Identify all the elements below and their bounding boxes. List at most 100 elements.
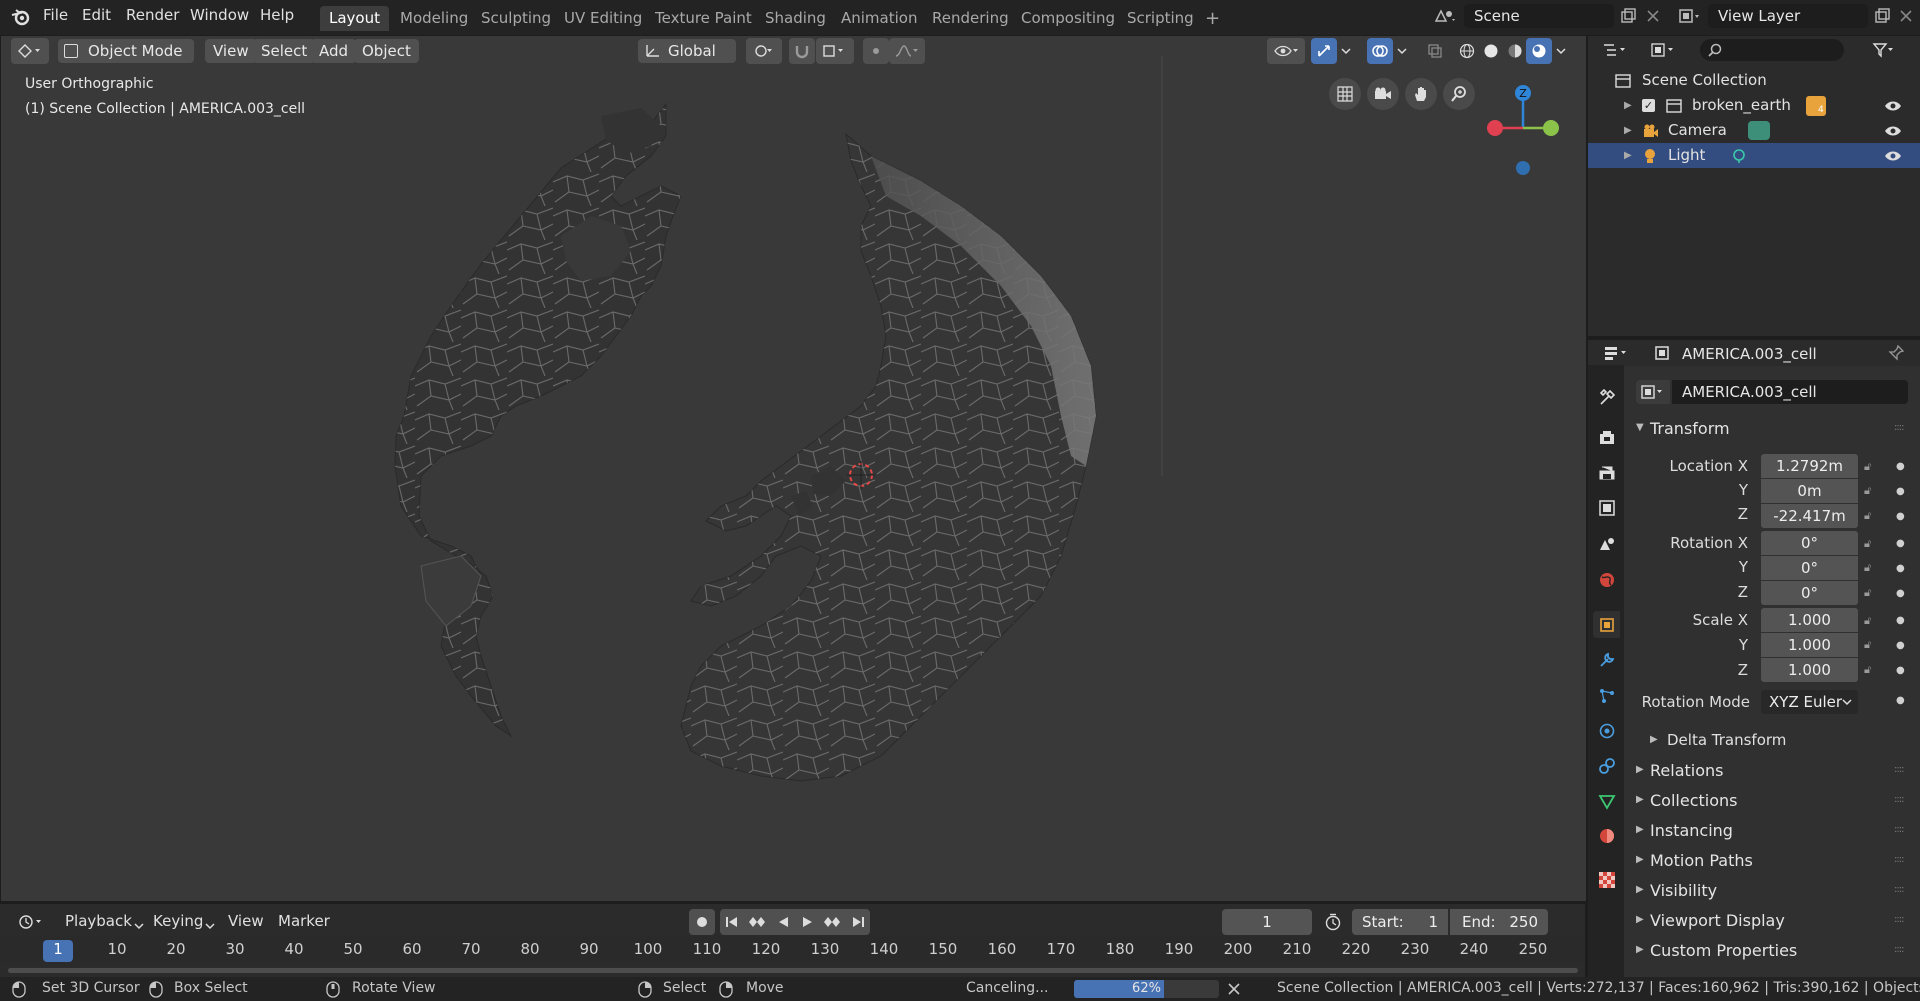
rotation-z-field[interactable]: 0° bbox=[1761, 581, 1858, 605]
keying-menu[interactable]: Keying bbox=[153, 912, 203, 930]
scale-z-field[interactable]: 1.000 bbox=[1761, 658, 1858, 682]
xray-toggle-icon[interactable] bbox=[1422, 38, 1448, 64]
play-icon[interactable] bbox=[800, 915, 814, 929]
physics-tab-icon[interactable] bbox=[1593, 717, 1620, 744]
section-expand-icon[interactable]: ▶ bbox=[1636, 794, 1644, 805]
outliner-filter-icon[interactable] bbox=[1867, 38, 1901, 62]
rotation-mode-dropdown[interactable]: XYZ Euler bbox=[1761, 690, 1858, 714]
menu-window[interactable]: Window bbox=[190, 6, 249, 24]
panel-visibility[interactable]: Visibility bbox=[1650, 881, 1717, 900]
rendered-shading-icon[interactable] bbox=[1526, 38, 1552, 64]
view-layer-browse-icon[interactable] bbox=[1672, 4, 1706, 28]
section-expand-icon[interactable]: ▶ bbox=[1636, 914, 1644, 925]
keyframe-dot-icon[interactable]: ● bbox=[1896, 665, 1905, 676]
3d-viewport[interactable]: Object Mode View Select Add Object Globa… bbox=[1, 36, 1586, 901]
broken-earth-render[interactable] bbox=[1, 36, 1586, 901]
new-view-layer-icon[interactable] bbox=[1870, 4, 1894, 28]
current-frame-field[interactable]: 1 bbox=[1222, 909, 1312, 935]
rotation-x-field[interactable]: 0° bbox=[1761, 531, 1858, 555]
section-expand-icon[interactable]: ▶ bbox=[1636, 824, 1644, 835]
pivot-point-icon[interactable] bbox=[746, 38, 782, 64]
drag-grip-icon[interactable]: :::: bbox=[1894, 422, 1905, 433]
jump-start-icon[interactable] bbox=[725, 915, 739, 929]
scale-x-field[interactable]: 1.000 bbox=[1761, 608, 1858, 632]
outliner-search-input[interactable] bbox=[1700, 39, 1844, 61]
gizmo-toggle-icon[interactable] bbox=[1311, 38, 1337, 64]
scene-browse-icon[interactable] bbox=[1428, 4, 1462, 28]
panel-motion-paths[interactable]: Motion Paths bbox=[1650, 851, 1753, 870]
tab-modeling[interactable]: Modeling bbox=[391, 6, 477, 31]
pin-icon[interactable] bbox=[1888, 345, 1904, 361]
use-preview-range-icon[interactable] bbox=[1320, 909, 1346, 935]
tab-texture-paint[interactable]: Texture Paint bbox=[646, 6, 761, 31]
outliner-item-broken-earth[interactable]: ▶ ✓ broken_earth 4 bbox=[1588, 93, 1920, 118]
object-data-tab-icon[interactable] bbox=[1593, 787, 1620, 814]
lock-location-y-icon[interactable]: 🔓︎ bbox=[1864, 484, 1878, 498]
scene-name-field[interactable]: Scene bbox=[1464, 4, 1614, 28]
panel-instancing[interactable]: Instancing bbox=[1650, 821, 1733, 840]
keyframe-dot-icon[interactable]: ● bbox=[1896, 461, 1905, 472]
view-layer-tab-icon[interactable] bbox=[1593, 494, 1620, 521]
scene-collection-row[interactable]: Scene Collection bbox=[1588, 68, 1920, 93]
tab-scripting[interactable]: Scripting bbox=[1118, 6, 1203, 31]
render-tab-icon[interactable] bbox=[1593, 424, 1620, 451]
menu-edit[interactable]: Edit bbox=[82, 6, 111, 24]
lock-rotation-y-icon[interactable]: 🔓︎ bbox=[1864, 561, 1878, 575]
snap-target-icon[interactable] bbox=[816, 38, 854, 64]
texture-tab-icon[interactable] bbox=[1593, 866, 1620, 893]
panel-viewport-display[interactable]: Viewport Display bbox=[1650, 911, 1785, 930]
particles-tab-icon[interactable] bbox=[1593, 682, 1620, 709]
section-expand-icon[interactable]: ▶ bbox=[1636, 884, 1644, 895]
delete-view-layer-icon[interactable] bbox=[1894, 4, 1918, 28]
timeline-editor-type-icon[interactable] bbox=[12, 909, 50, 935]
material-preview-shading-icon[interactable] bbox=[1502, 38, 1528, 64]
new-scene-icon[interactable] bbox=[1616, 4, 1640, 28]
timeline-scrollbar-thumb[interactable] bbox=[8, 968, 1578, 973]
tab-uv-editing[interactable]: UV Editing bbox=[555, 6, 651, 31]
section-expand-icon[interactable]: ▶ bbox=[1636, 854, 1644, 865]
drag-grip-icon[interactable]: :::: bbox=[1894, 824, 1905, 835]
lock-scale-y-icon[interactable]: 🔓︎ bbox=[1864, 638, 1878, 652]
visibility-selectability-icon[interactable] bbox=[1267, 38, 1305, 64]
menu-file[interactable]: File bbox=[43, 6, 68, 24]
location-z-field[interactable]: -22.417m bbox=[1761, 504, 1858, 528]
select-menu[interactable]: Select bbox=[253, 39, 316, 63]
record-keyframes-icon[interactable] bbox=[689, 909, 715, 935]
object-tab-icon[interactable] bbox=[1593, 611, 1620, 638]
tab-layout[interactable]: Layout bbox=[320, 6, 389, 31]
delete-scene-icon[interactable] bbox=[1641, 4, 1665, 28]
drag-grip-icon[interactable]: :::: bbox=[1894, 764, 1905, 775]
timeline-view-menu[interactable]: View bbox=[228, 912, 264, 930]
solid-shading-icon[interactable] bbox=[1478, 38, 1504, 64]
delta-transform-subpanel[interactable]: Delta Transform bbox=[1667, 731, 1786, 749]
transform-panel-header[interactable]: Transform bbox=[1650, 419, 1730, 438]
menu-help[interactable]: Help bbox=[260, 6, 294, 24]
shading-dropdown-icon[interactable] bbox=[1552, 38, 1570, 64]
exclude-checkbox[interactable]: ✓ bbox=[1642, 99, 1655, 112]
marker-menu[interactable]: Marker bbox=[278, 912, 330, 930]
output-tab-icon[interactable] bbox=[1593, 460, 1620, 487]
keyframe-dot-icon[interactable]: ● bbox=[1896, 511, 1905, 522]
gizmo-dropdown-icon[interactable] bbox=[1337, 38, 1355, 64]
constraints-tab-icon[interactable] bbox=[1593, 752, 1620, 779]
world-tab-icon[interactable] bbox=[1593, 566, 1620, 593]
snap-toggle-icon[interactable] bbox=[789, 38, 815, 64]
tab-shading[interactable]: Shading bbox=[756, 6, 835, 31]
outliner-item-light[interactable]: ▶ Light bbox=[1588, 143, 1920, 168]
eye-icon[interactable] bbox=[1884, 124, 1902, 138]
keyframe-dot-icon[interactable]: ● bbox=[1896, 563, 1905, 574]
keyframe-dot-icon[interactable]: ● bbox=[1896, 538, 1905, 549]
overlays-dropdown-icon[interactable] bbox=[1393, 38, 1411, 64]
transform-expand-icon[interactable]: ▼ bbox=[1636, 422, 1644, 433]
lock-location-x-icon[interactable]: 🔓︎ bbox=[1864, 460, 1878, 474]
editor-type-icon[interactable] bbox=[11, 38, 49, 64]
lock-rotation-x-icon[interactable]: 🔓︎ bbox=[1864, 537, 1878, 551]
tab-animation[interactable]: Animation bbox=[832, 6, 926, 31]
timeline-scrollbar-track[interactable] bbox=[0, 962, 1585, 978]
drag-grip-icon[interactable]: :::: bbox=[1894, 914, 1905, 925]
lock-scale-x-icon[interactable]: 🔓︎ bbox=[1864, 614, 1878, 628]
panel-custom-properties[interactable]: Custom Properties bbox=[1650, 941, 1797, 960]
frame-end-field[interactable]: End: 250 bbox=[1450, 909, 1548, 935]
playback-menu[interactable]: Playback bbox=[65, 912, 132, 930]
keyframe-dot-icon[interactable]: ● bbox=[1896, 615, 1905, 626]
